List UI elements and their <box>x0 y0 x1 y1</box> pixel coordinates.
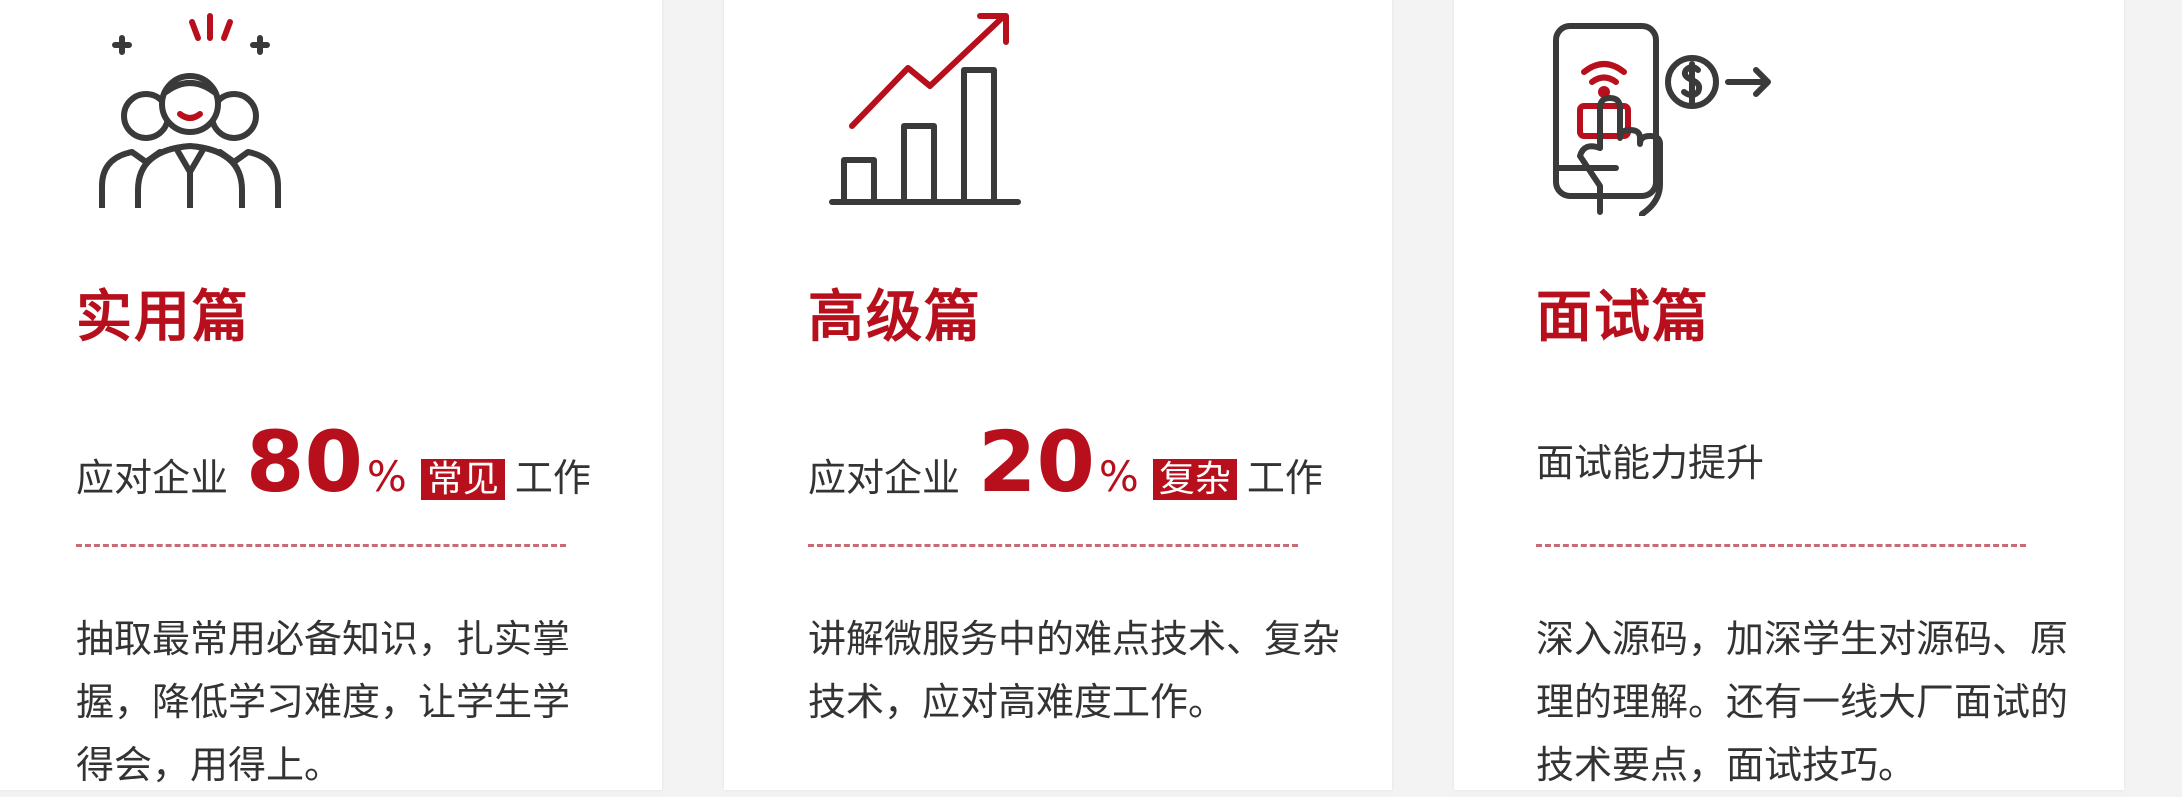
card-subtitle: 应对企业 80 % 常见 工作 <box>76 420 591 510</box>
card-title: 面试篇 <box>1536 285 1710 350</box>
subtitle-suffix: 工作 <box>514 456 591 500</box>
card-description: 深入源码，加深学生对源码、原理的理解。还有一线大厂面试的技术要点，面试技巧。 <box>1536 617 2069 787</box>
card-description: 抽取最常用必备知识，扎实掌握，降低学习难度，让学生学得会，用得上。 <box>76 617 571 787</box>
card-interview: 面试篇 面试能力提升 深入源码，加深学生对源码、原理的理解。还有一线大厂面试的技… <box>1454 0 2124 790</box>
team-people-icon <box>99 13 281 208</box>
dashed-divider <box>76 544 566 547</box>
phone-payment-icon <box>1553 23 1771 216</box>
subtitle-suffix: 工作 <box>1246 456 1323 500</box>
card-title: 实用篇 <box>76 285 250 350</box>
highlight-tag: 复杂 <box>1152 459 1237 501</box>
card-advanced: 高级篇 应对企业 20 % 复杂 工作 讲解微服务中的难点技术、复杂技术，应对高… <box>724 0 1392 790</box>
card-subtitle: 面试能力提升 <box>1536 432 1764 522</box>
card-description: 讲解微服务中的难点技术、复杂技术，应对高难度工作。 <box>808 617 1341 724</box>
subtitle-prefix: 应对企业 <box>76 456 229 500</box>
dashed-divider <box>808 544 1298 547</box>
subtitle-text: 面试能力提升 <box>1536 441 1765 485</box>
card-practical: 实用篇 应对企业 80 % 常见 工作 抽取最常用必备知识，扎实掌握，降低学习难… <box>0 0 662 790</box>
card-subtitle: 应对企业 20 % 复杂 工作 <box>808 420 1323 510</box>
big-number: 80 <box>246 413 363 511</box>
percent-sign: % <box>366 452 407 501</box>
dashed-divider <box>1536 544 2026 547</box>
bar-chart-growth-icon <box>829 13 1021 205</box>
highlight-tag: 常见 <box>420 459 505 501</box>
card-title: 高级篇 <box>808 285 982 350</box>
percent-sign: % <box>1098 452 1139 501</box>
big-number: 20 <box>978 413 1095 511</box>
subtitle-prefix: 应对企业 <box>808 456 961 500</box>
